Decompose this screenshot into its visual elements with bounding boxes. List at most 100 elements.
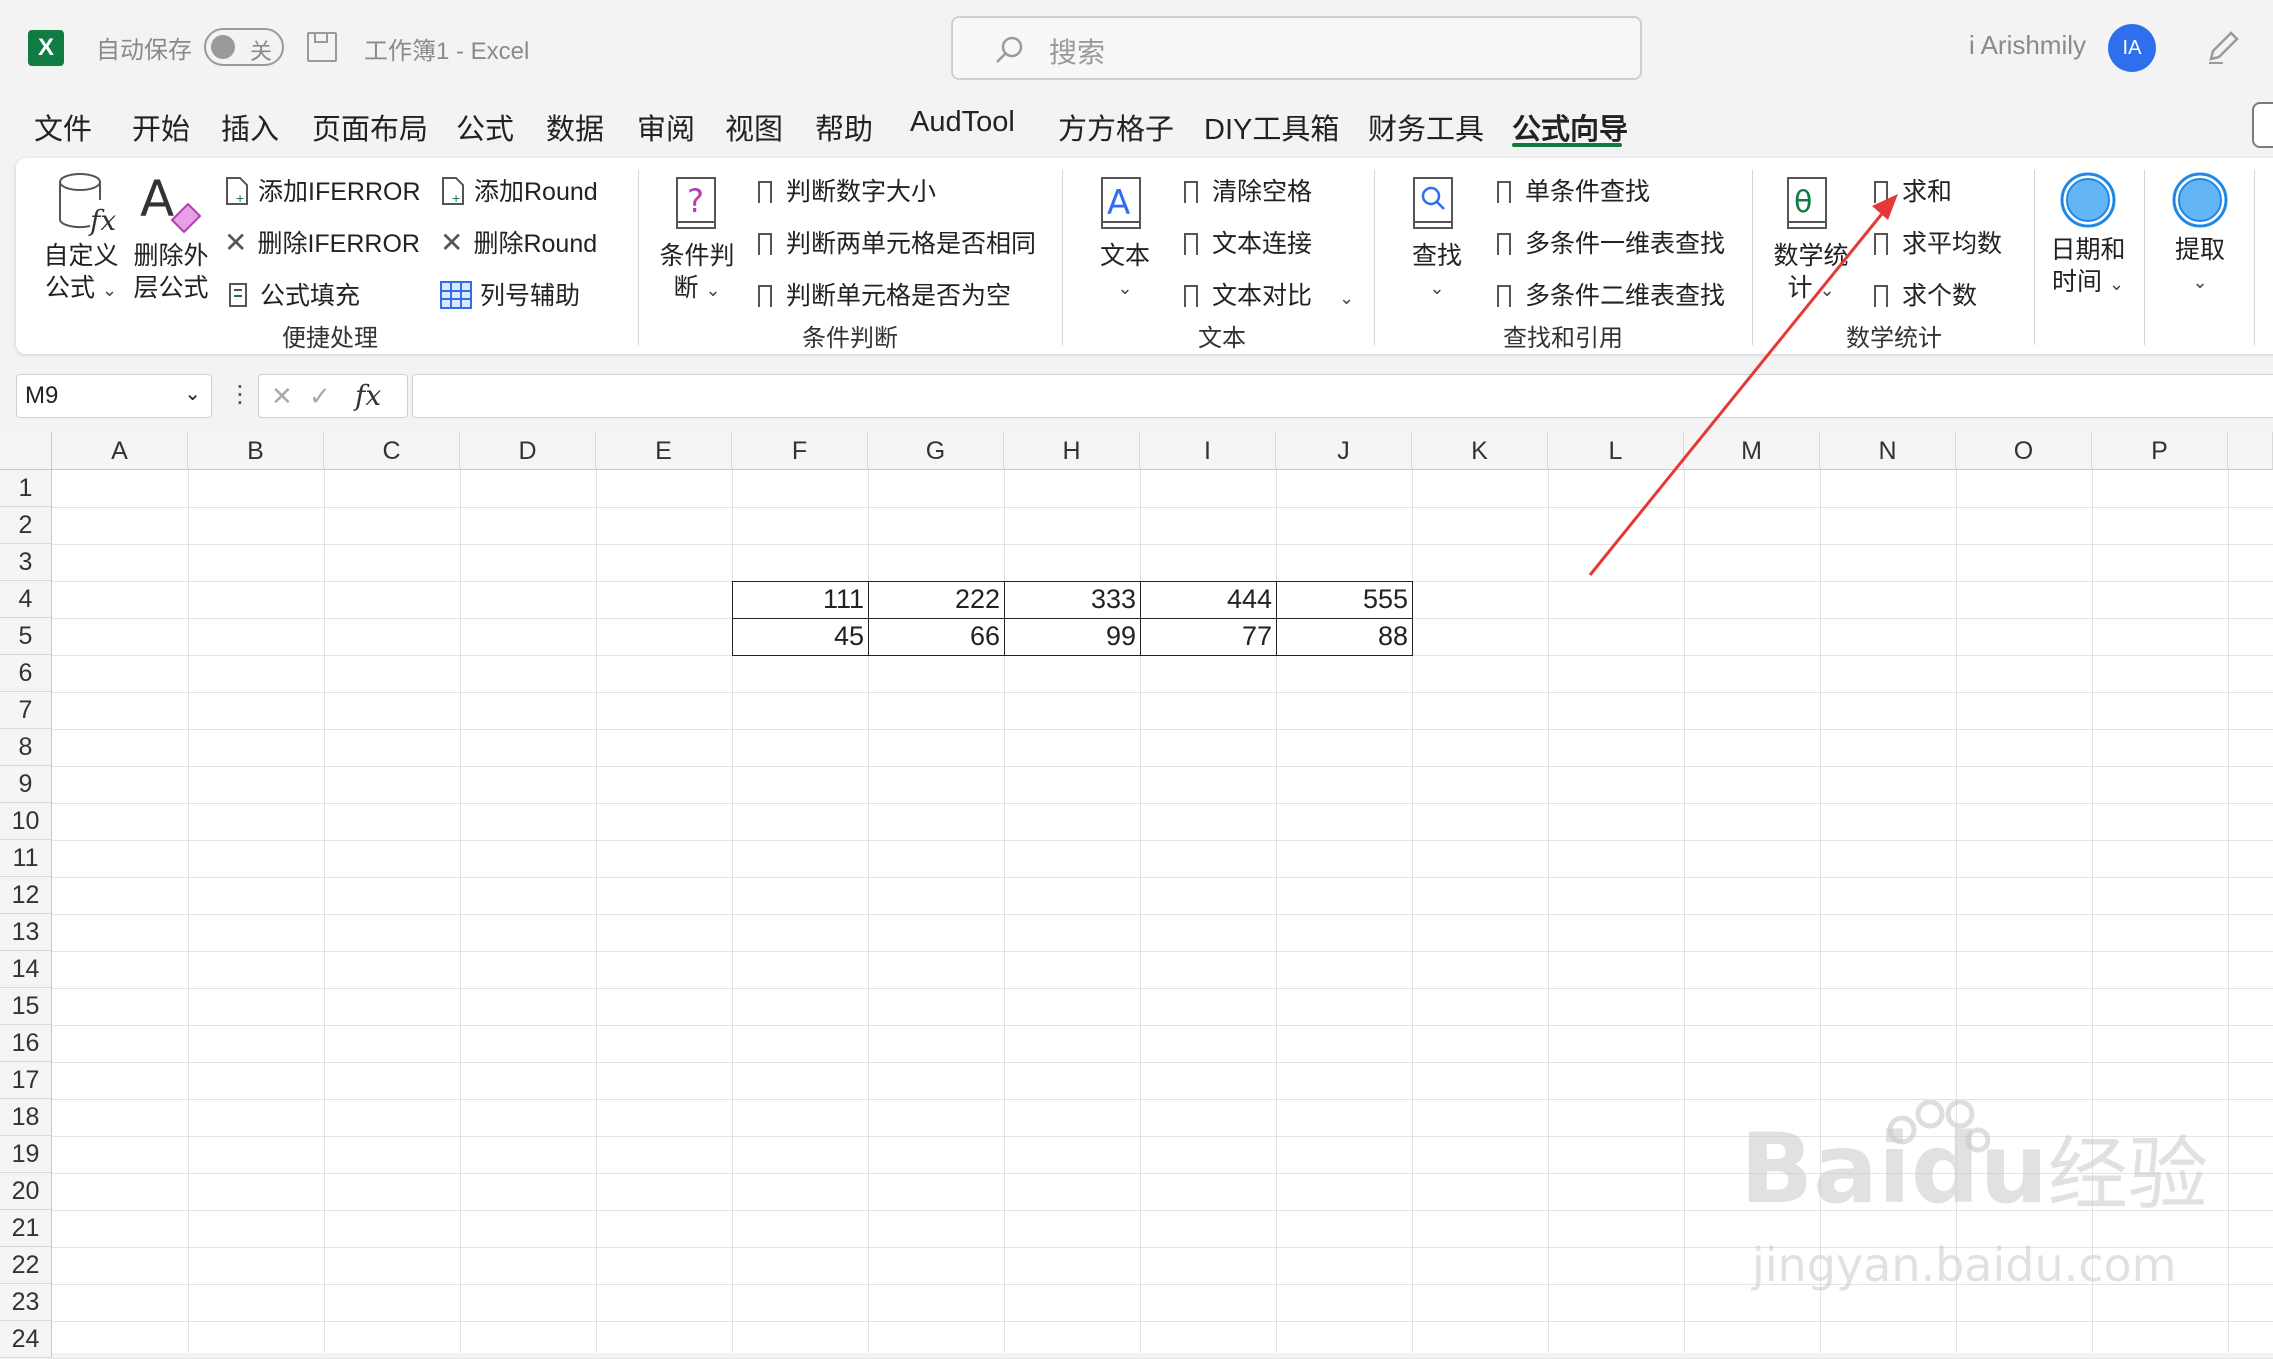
lookup-button[interactable]: 查找 ⌄	[1392, 170, 1482, 310]
column-header-partial[interactable]	[2228, 432, 2273, 470]
tab-diy[interactable]: DIY工具箱	[1204, 106, 1339, 148]
table-cell[interactable]: 45	[732, 618, 869, 656]
date-time-button[interactable]: 日期和 时间 ⌄	[2046, 170, 2130, 310]
tab-insert[interactable]: 插入	[221, 106, 279, 148]
tab-help[interactable]: 帮助	[815, 106, 873, 148]
ribbon-divider	[2254, 170, 2255, 345]
save-icon[interactable]	[307, 32, 337, 62]
column-header-d[interactable]: D	[460, 432, 596, 470]
column-header-b[interactable]: B	[188, 432, 324, 470]
remove-outer-formula-button[interactable]: A 删除外 层公式	[128, 170, 214, 310]
extract-button[interactable]: 提取 ⌄	[2158, 170, 2242, 310]
text-join-button[interactable]: 文本连接	[1184, 224, 1312, 261]
tab-page-layout[interactable]: 页面布局	[312, 106, 428, 148]
column-helper-label: 列号辅助	[480, 282, 581, 310]
tab-view[interactable]: 视图	[725, 106, 783, 148]
tab-file[interactable]: 文件	[34, 106, 92, 148]
row-header-23[interactable]: 23	[0, 1284, 52, 1321]
autosave-toggle[interactable]: 关	[204, 28, 284, 66]
table-cell[interactable]: 77	[1140, 618, 1277, 656]
column-header-k[interactable]: K	[1412, 432, 1548, 470]
add-iferror-button[interactable]: + 添加IFERROR	[224, 172, 421, 208]
judge-number-size-button[interactable]: 判断数字大小	[758, 172, 936, 209]
search-box[interactable]: 搜索	[951, 16, 1642, 80]
row-header-2[interactable]: 2	[0, 507, 52, 544]
panel-toggle-button[interactable]	[2252, 102, 2273, 148]
select-all-corner[interactable]	[0, 432, 52, 470]
chevron-down-icon: ⌄	[1117, 278, 1133, 298]
add-round-button[interactable]: + 添加Round	[440, 172, 598, 208]
row-header-13[interactable]: 13	[0, 914, 52, 951]
text-button[interactable]: A 文本 ⌄	[1080, 170, 1170, 310]
formula-input[interactable]	[412, 374, 2273, 418]
row-header-24[interactable]: 24	[0, 1321, 52, 1358]
custom-formula-button[interactable]: fx 自定义 公式 ⌄	[36, 170, 126, 310]
column-header-o[interactable]: O	[1956, 432, 2092, 470]
pen-icon[interactable]	[2203, 27, 2243, 67]
column-header-j[interactable]: J	[1276, 432, 1412, 470]
column-header-a[interactable]: A	[52, 432, 188, 470]
row-header-14[interactable]: 14	[0, 951, 52, 988]
table-cell[interactable]: 555	[1276, 581, 1413, 619]
row-header-1[interactable]: 1	[0, 470, 52, 507]
column-header-p[interactable]: P	[2092, 432, 2228, 470]
check-icon[interactable]: ✓	[309, 381, 331, 412]
clear-spaces-button[interactable]: 清除空格	[1184, 172, 1312, 209]
tab-fangfang[interactable]: 方方格子	[1058, 106, 1174, 148]
column-header-g[interactable]: G	[868, 432, 1004, 470]
row-header-7[interactable]: 7	[0, 692, 52, 729]
name-box[interactable]: M9 ⌄	[16, 374, 212, 418]
row-header-6[interactable]: 6	[0, 655, 52, 692]
row-header-22[interactable]: 22	[0, 1247, 52, 1284]
condition-judge-button[interactable]: ? 条件判 断 ⌄	[655, 170, 739, 310]
judge-cell-empty-button[interactable]: 判断单元格是否为空	[758, 276, 1011, 313]
tab-finance[interactable]: 财务工具	[1368, 106, 1484, 148]
grid-line	[2228, 470, 2229, 1353]
row-header-21[interactable]: 21	[0, 1210, 52, 1247]
tab-data[interactable]: 数据	[546, 106, 604, 148]
row-header-4[interactable]: 4	[0, 581, 52, 618]
row-header-12[interactable]: 12	[0, 877, 52, 914]
formula-fill-button[interactable]: 公式填充	[224, 276, 360, 312]
column-header-f[interactable]: F	[732, 432, 868, 470]
row-header-8[interactable]: 8	[0, 729, 52, 766]
table-cell[interactable]: 444	[1140, 581, 1277, 619]
fx-icon[interactable]: fx	[355, 379, 381, 412]
row-header-10[interactable]: 10	[0, 803, 52, 840]
tab-home[interactable]: 开始	[132, 106, 190, 148]
tab-formula-wizard[interactable]: 公式向导	[1512, 106, 1628, 148]
cancel-icon[interactable]: ✕	[271, 381, 293, 412]
table-cell[interactable]: 333	[1004, 581, 1141, 619]
remove-round-button[interactable]: ✕ 删除Round	[440, 224, 597, 260]
row-header-20[interactable]: 20	[0, 1173, 52, 1210]
bookmark-icon	[1497, 181, 1512, 209]
remove-iferror-button[interactable]: ✕ 删除IFERROR	[224, 224, 420, 260]
table-cell[interactable]: 99	[1004, 618, 1141, 656]
tab-audtool[interactable]: AudTool	[910, 106, 1015, 139]
tab-formulas[interactable]: 公式	[456, 106, 514, 148]
column-header-c[interactable]: C	[324, 432, 460, 470]
table-cell[interactable]: 66	[868, 618, 1005, 656]
row-header-19[interactable]: 19	[0, 1136, 52, 1173]
row-header-18[interactable]: 18	[0, 1099, 52, 1136]
row-header-16[interactable]: 16	[0, 1025, 52, 1062]
table-cell[interactable]: 222	[868, 581, 1005, 619]
row-header-3[interactable]: 3	[0, 544, 52, 581]
svg-text:A: A	[140, 170, 174, 228]
table-cell[interactable]: 111	[732, 581, 869, 619]
avatar[interactable]: IA	[2108, 24, 2156, 72]
judge-cells-same-button[interactable]: 判断两单元格是否相同	[758, 224, 1036, 261]
column-header-i[interactable]: I	[1140, 432, 1276, 470]
row-header-9[interactable]: 9	[0, 766, 52, 803]
row-header-11[interactable]: 11	[0, 840, 52, 877]
row-header-17[interactable]: 17	[0, 1062, 52, 1099]
column-header-e[interactable]: E	[596, 432, 732, 470]
text-compare-button[interactable]: 文本对比 ⌄	[1184, 276, 1354, 313]
more-options-icon[interactable]: ⋮	[228, 380, 252, 409]
table-cell[interactable]: 88	[1276, 618, 1413, 656]
column-header-h[interactable]: H	[1004, 432, 1140, 470]
column-helper-button[interactable]: 列号辅助	[440, 276, 580, 312]
row-header-5[interactable]: 5	[0, 618, 52, 655]
row-header-15[interactable]: 15	[0, 988, 52, 1025]
tab-review[interactable]: 审阅	[637, 106, 695, 148]
